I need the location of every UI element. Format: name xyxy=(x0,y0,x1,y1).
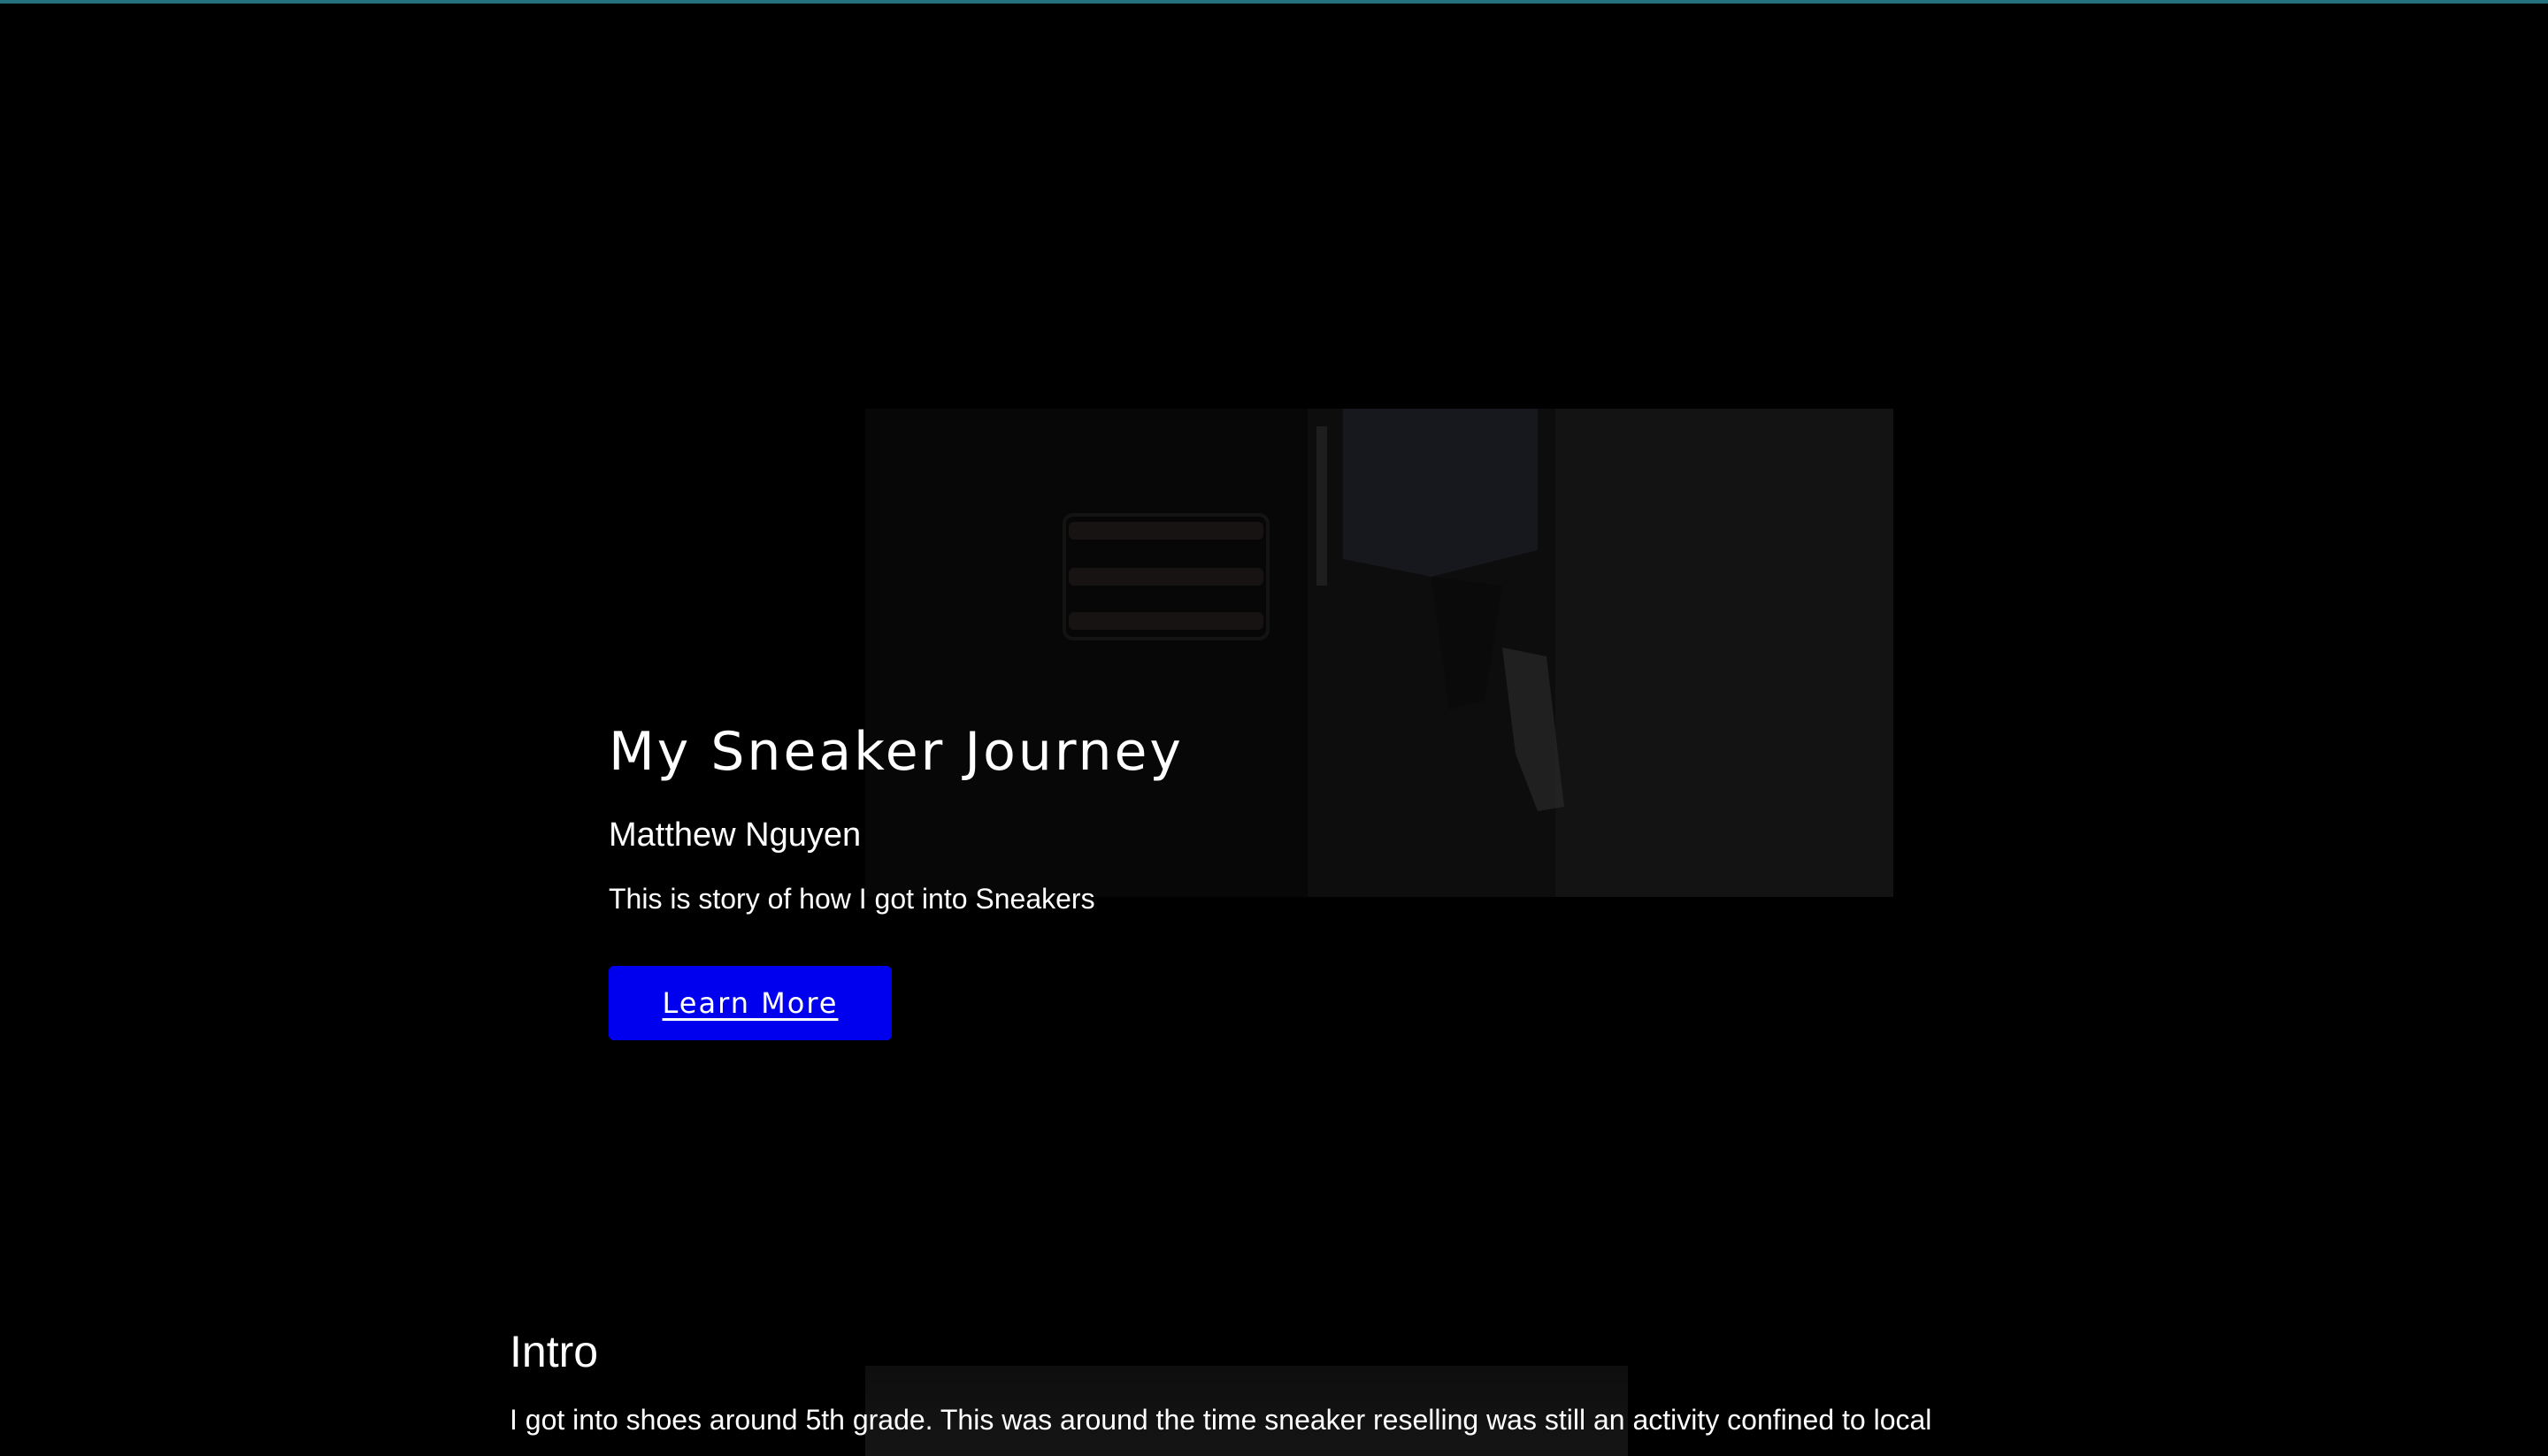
hero-author: Matthew Nguyen xyxy=(609,816,862,854)
intro-heading: Intro xyxy=(510,1327,599,1376)
hero-description: This is story of how I got into Sneakers xyxy=(609,883,1095,915)
learn-more-button[interactable]: Learn More xyxy=(609,966,892,1040)
top-accent-bar xyxy=(0,0,2548,4)
hero-title: My Sneaker Journey xyxy=(609,721,1184,783)
hero-content: My Sneaker Journey Matthew Nguyen This i… xyxy=(609,717,1582,1040)
page: My Sneaker Journey Matthew Nguyen This i… xyxy=(0,0,2548,1456)
intro-paragraph: I got into shoes around 5th grade. This … xyxy=(510,1404,1932,1436)
intro-section: Intro I got into shoes around 5th grade.… xyxy=(510,1322,2014,1438)
